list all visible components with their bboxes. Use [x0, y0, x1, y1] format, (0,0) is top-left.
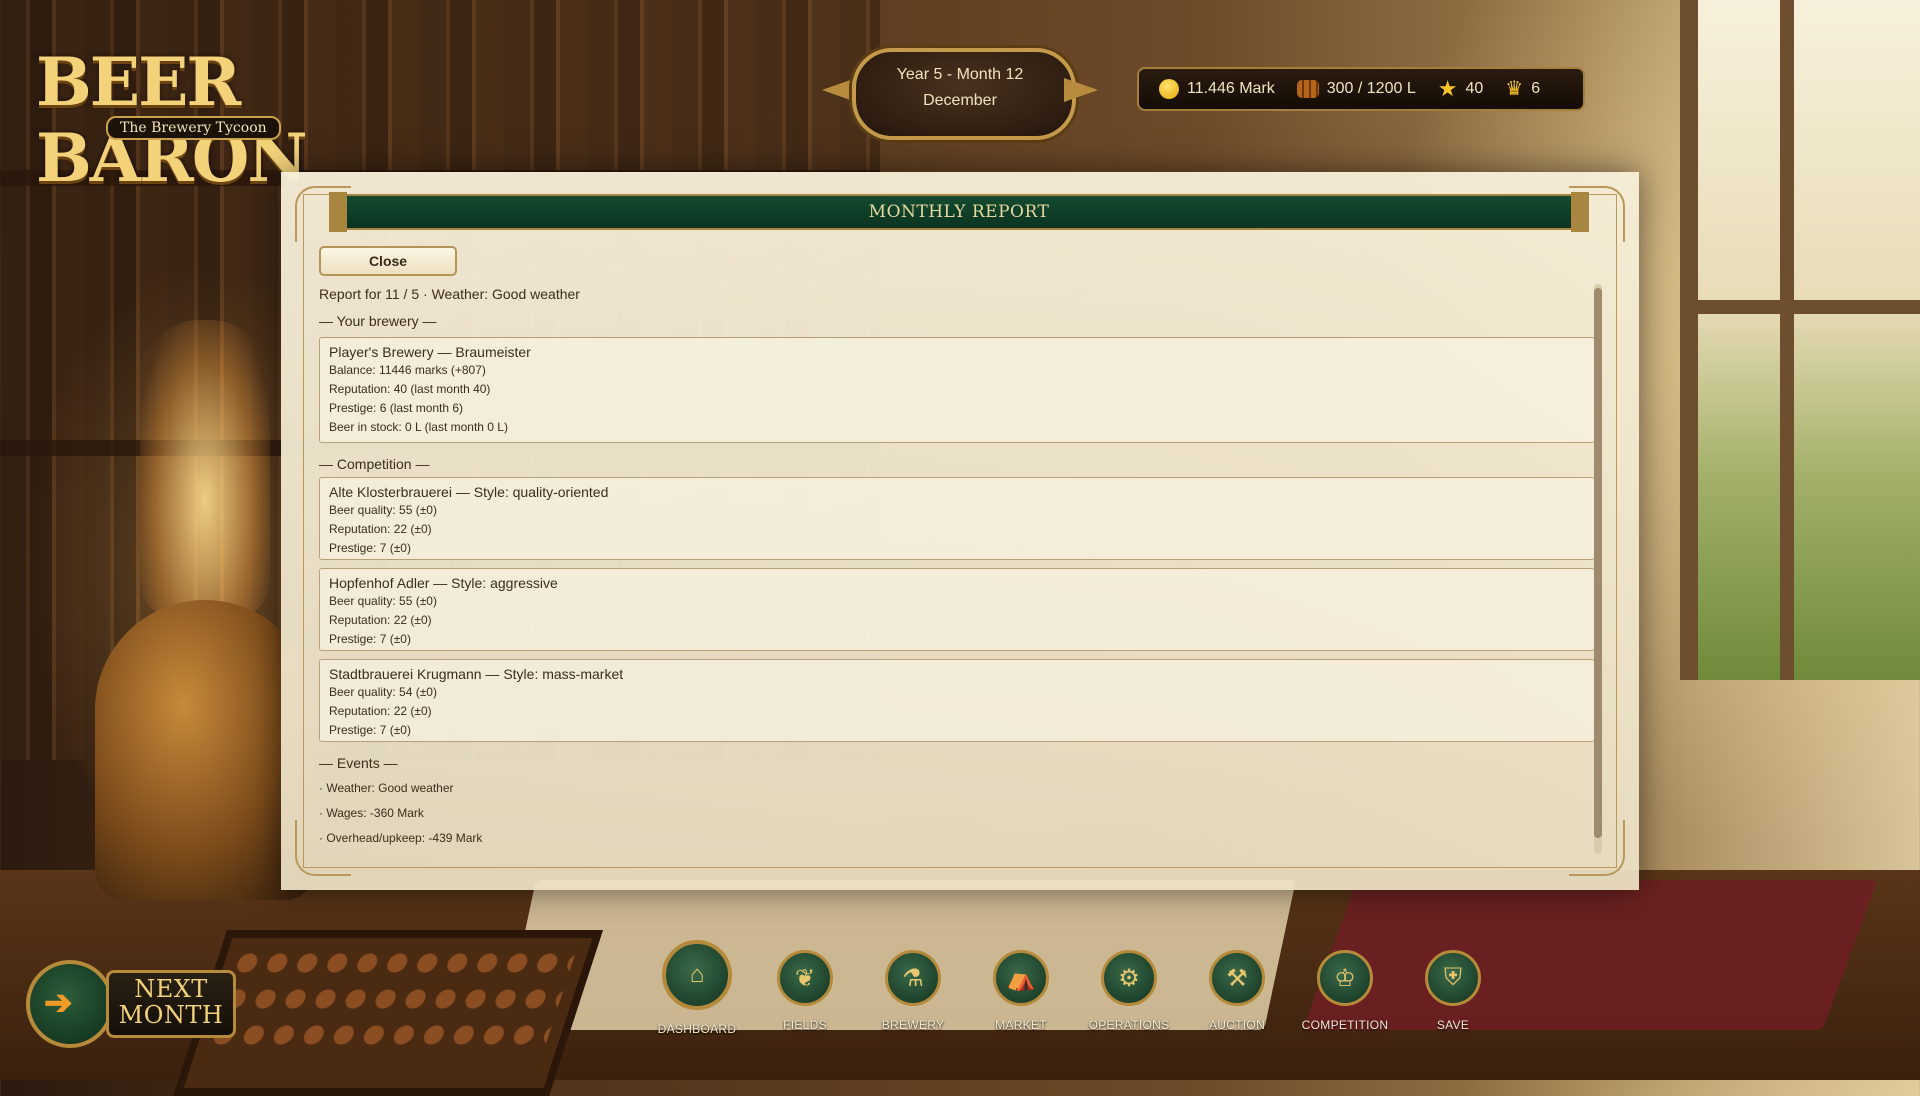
nav-auction[interactable]: ⚒ AUCTION [1183, 950, 1291, 1040]
window-mullion [1780, 0, 1794, 680]
section-your-brewery: — Your brewery — [319, 313, 437, 329]
report-scrollbar[interactable] [1594, 284, 1602, 854]
competitor-prestige: Prestige: 7 (±0) [329, 723, 411, 737]
nav-label: OPERATIONS [1088, 1018, 1170, 1032]
nav-market[interactable]: ⛺ MARKET [967, 950, 1075, 1040]
money-value: 11.446 Mark [1187, 80, 1275, 97]
shield-icon: ⛨ [1425, 950, 1481, 1006]
nav-save[interactable]: ⛨ SAVE [1399, 950, 1507, 1040]
scrollbar-thumb[interactable] [1594, 288, 1602, 838]
market-icon: ⛺ [993, 950, 1049, 1006]
oil-lamp-glass [140, 320, 270, 620]
dialog-title: MONTHLY REPORT [868, 202, 1050, 222]
nav-dashboard[interactable]: ⌂ DASHBOARD [643, 940, 751, 1040]
competitor-beer-quality: Beer quality: 55 (±0) [329, 594, 437, 608]
nav-fields[interactable]: ❦ FIELDS [751, 950, 859, 1040]
logo-subtitle: The Brewery Tycoon [106, 116, 281, 140]
house-icon: ⌂ [662, 940, 732, 1010]
laurel-icon: ♔ [1317, 950, 1373, 1006]
dialog-title-bar: MONTHLY REPORT [329, 192, 1589, 232]
abacus-decor [173, 930, 603, 1096]
competitor-prestige: Prestige: 7 (±0) [329, 632, 411, 646]
player-brewery-header: Player's Brewery — Braumeister [329, 344, 531, 360]
competitor-reputation: Reputation: 22 (±0) [329, 613, 432, 627]
barrel-icon [1296, 80, 1319, 98]
player-beer-stock: Beer in stock: 0 L (last month 0 L) [329, 420, 508, 434]
gavel-icon: ⚒ [1209, 950, 1265, 1006]
nav-label: FIELDS [783, 1018, 827, 1032]
wheat-icon: ❦ [777, 950, 833, 1006]
date-year-month: Year 5 - Month 12 [896, 66, 1024, 83]
prestige-value: 6 [1531, 80, 1541, 97]
star-icon: ★ [1437, 76, 1458, 101]
player-brewery-card: Player's Brewery — Braumeister Balance: … [319, 337, 1595, 443]
coin-icon [1159, 79, 1179, 99]
competitor-card: Alte Klosterbrauerei — Style: quality-or… [319, 477, 1595, 560]
competitor-header: Alte Klosterbrauerei — Style: quality-or… [329, 484, 609, 500]
title-cap-left [329, 192, 347, 232]
window-background [1680, 0, 1920, 680]
reputation-display: ★ 40 [1437, 76, 1484, 101]
date-month-name: December [923, 92, 997, 109]
nav-operations[interactable]: ⚙ OPERATIONS [1075, 950, 1183, 1040]
abacus-row [232, 952, 576, 974]
next-month-label-2: MONTH [118, 1001, 224, 1029]
player-prestige: Prestige: 6 (last month 6) [329, 401, 464, 415]
competitor-card: Hopfenhof Adler — Style: aggressive Beer… [319, 568, 1595, 651]
resource-bar: 11.446 Mark 300 / 1200 L ★ 40 ♛ 6 [1137, 67, 1585, 111]
report-scroll-area[interactable]: Report for 11 / 5 · Weather: Good weathe… [319, 284, 1595, 874]
next-month-label-1: NEXT [134, 975, 208, 1003]
competitor-reputation: Reputation: 22 (±0) [329, 522, 432, 536]
event-item: · Overhead/upkeep: -439 Mark [319, 831, 483, 845]
arrow-right-icon: ➔ [44, 984, 73, 1022]
nav-label: DASHBOARD [657, 1022, 737, 1036]
window-transom [1680, 300, 1920, 314]
monthly-report-dialog: MONTHLY REPORT Close Report for 11 / 5 ·… [281, 172, 1639, 890]
crown-icon: ♛ [1505, 78, 1524, 100]
event-item: · Wages: -360 Mark [319, 806, 424, 820]
beer-stock-value: 300 / 1200 L [1326, 80, 1416, 97]
competitor-card: Stadtbrauerei Krugmann — Style: mass-mar… [319, 659, 1595, 742]
competitor-reputation: Reputation: 22 (±0) [329, 704, 432, 718]
date-badge: Year 5 - Month 12 December [822, 48, 1098, 140]
competitor-beer-quality: Beer quality: 54 (±0) [329, 685, 437, 699]
competitor-prestige: Prestige: 7 (±0) [329, 541, 411, 555]
nav-competition[interactable]: ♔ COMPETITION [1291, 950, 1399, 1040]
nav-label: AUCTION [1208, 1018, 1266, 1032]
reputation-value: 40 [1465, 80, 1484, 97]
beer-stock-display: 300 / 1200 L [1296, 80, 1416, 98]
competitor-header: Hopfenhof Adler — Style: aggressive [329, 575, 558, 591]
competitor-beer-quality: Beer quality: 55 (±0) [329, 503, 437, 517]
section-events: — Events — [319, 755, 398, 771]
ornament-right [1064, 78, 1098, 102]
game-logo: BEER BARON The Brewery Tycoon [36, 44, 356, 196]
nav-brewery[interactable]: ⚗ BREWERY [859, 950, 967, 1040]
ornament-left [822, 78, 856, 102]
money-display: 11.446 Mark [1159, 79, 1275, 99]
close-button[interactable]: Close [319, 246, 457, 276]
brewery-icon: ⚗ [885, 950, 941, 1006]
abacus-row [209, 1024, 553, 1046]
section-competition: — Competition — [319, 456, 430, 472]
next-month-button[interactable]: ➔ NEXT MONTH [26, 960, 236, 1048]
title-cap-right [1571, 192, 1589, 232]
nav-label: SAVE [1436, 1018, 1470, 1032]
prestige-display: ♛ 6 [1505, 79, 1540, 99]
player-reputation: Reputation: 40 (last month 40) [329, 382, 491, 396]
player-balance: Balance: 11446 marks (+807) [329, 363, 486, 377]
nav-label: COMPETITION [1301, 1018, 1389, 1032]
gears-icon: ⚙ [1101, 950, 1157, 1006]
report-meta: Report for 11 / 5 · Weather: Good weathe… [319, 286, 580, 302]
competitor-header: Stadtbrauerei Krugmann — Style: mass-mar… [329, 666, 624, 682]
nav-label: BREWERY [881, 1018, 945, 1032]
nav-label: MARKET [995, 1018, 1047, 1032]
event-item: · Weather: Good weather [319, 781, 454, 795]
abacus-row [220, 988, 565, 1010]
